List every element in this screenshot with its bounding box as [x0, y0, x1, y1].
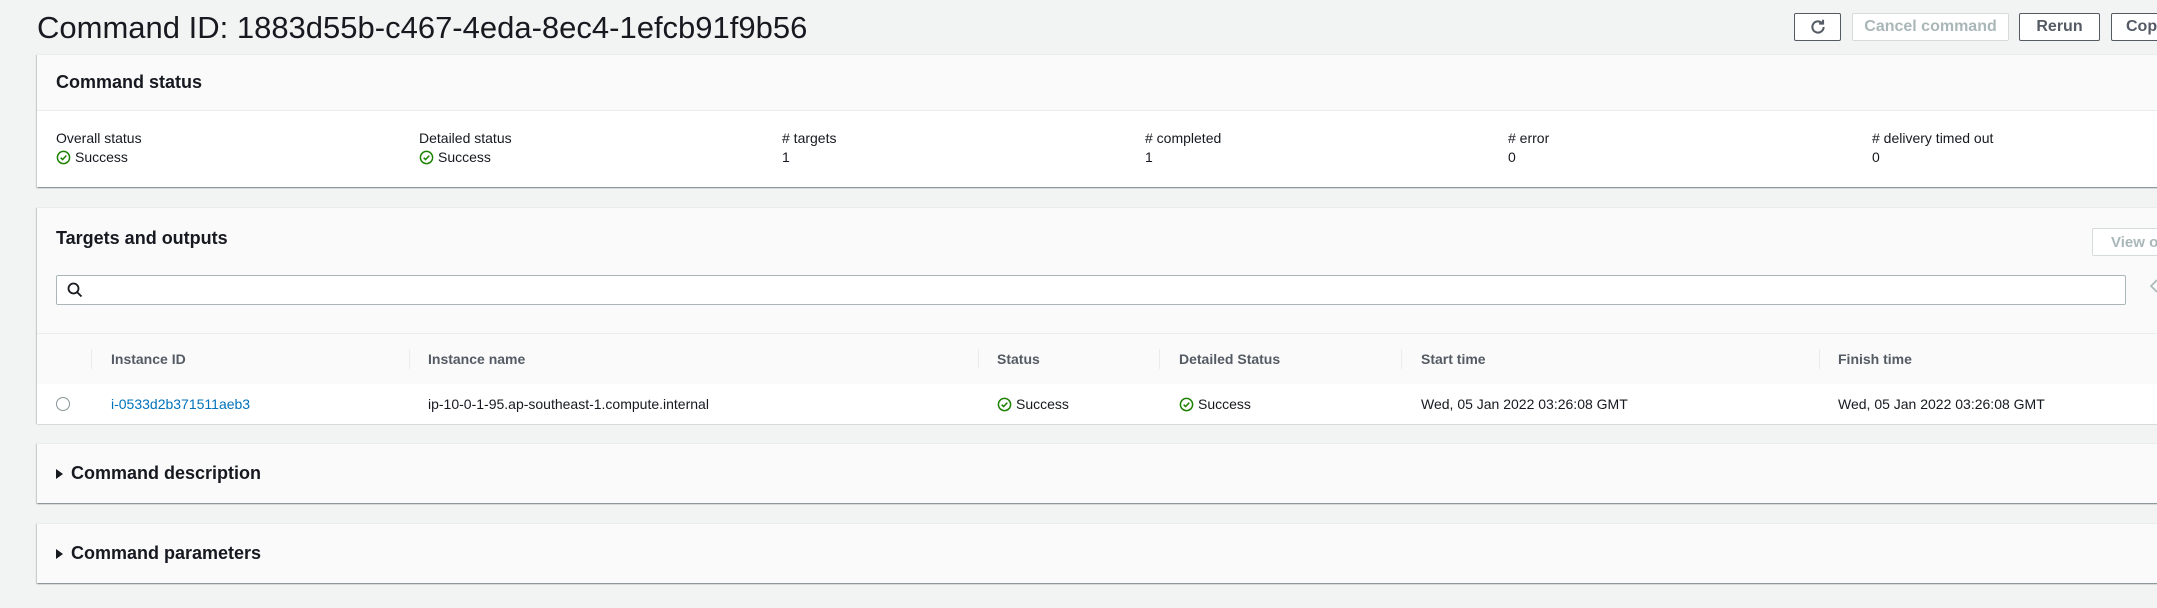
- detailed-status: Detailed status Success: [419, 130, 512, 167]
- targets-outputs-title: Targets and outputs: [56, 228, 228, 248]
- delivery-timed-out-count: # delivery timed out 0: [1872, 130, 1994, 165]
- row-finish-time: Wed, 05 Jan 2022 03:26:08 GMT: [1838, 396, 2045, 412]
- row-start-time: Wed, 05 Jan 2022 03:26:08 GMT: [1421, 396, 1628, 412]
- column-header-start-time[interactable]: Start time: [1421, 334, 1486, 384]
- row-status: Success: [997, 384, 1069, 424]
- check-circle-icon: [997, 397, 1012, 411]
- column-header-status[interactable]: Status: [997, 334, 1040, 384]
- pagination-prev-icon[interactable]: [2147, 278, 2157, 298]
- error-count: # error 0: [1508, 130, 1550, 165]
- view-output-button[interactable]: View o: [2092, 228, 2157, 256]
- check-circle-icon: [1179, 397, 1194, 411]
- command-status-header: Command status: [37, 55, 2157, 111]
- check-circle-icon: [419, 150, 434, 164]
- command-parameters-panel[interactable]: Command parameters: [37, 523, 2157, 583]
- column-header-detailed-status[interactable]: Detailed Status: [1179, 334, 1280, 384]
- command-status-panel: Command status Overall status Success De…: [37, 54, 2157, 187]
- instance-id-link[interactable]: i-0533d2b371511aeb3: [111, 384, 250, 424]
- search-field[interactable]: [56, 275, 2126, 305]
- copy-button[interactable]: Cop: [2111, 13, 2157, 41]
- overall-status: Overall status Success: [56, 130, 142, 167]
- command-status-title: Command status: [56, 72, 203, 92]
- column-header-instance-id[interactable]: Instance ID: [111, 334, 186, 384]
- column-header-instance-name[interactable]: Instance name: [428, 334, 525, 384]
- targets-outputs-panel: Targets and outputs View o Instance ID I…: [37, 207, 2157, 424]
- status-summary: Overall status Success Detailed status S…: [37, 129, 2157, 169]
- command-parameters-toggle[interactable]: Command parameters: [56, 543, 261, 564]
- caret-right-icon: [56, 468, 63, 479]
- cancel-command-button[interactable]: Cancel command: [1852, 13, 2009, 41]
- row-select-radio[interactable]: [56, 397, 70, 411]
- table-row[interactable]: i-0533d2b371511aeb3 ip-10-0-1-95.ap-sout…: [37, 384, 2157, 424]
- instance-name: ip-10-0-1-95.ap-southeast-1.compute.inte…: [428, 396, 709, 412]
- status-badge: Success: [419, 147, 491, 167]
- column-header-finish-time[interactable]: Finish time: [1838, 334, 1912, 384]
- page-title: Command ID: 1883d55b-c467-4eda-8ec4-1efc…: [37, 10, 808, 45]
- command-description-toggle[interactable]: Command description: [56, 463, 261, 484]
- search-icon: [67, 282, 83, 298]
- check-circle-icon: [56, 150, 71, 164]
- rerun-button[interactable]: Rerun: [2019, 13, 2100, 41]
- caret-right-icon: [56, 548, 63, 559]
- table-header: Instance ID Instance name Status Detaile…: [37, 333, 2157, 385]
- row-detailed-status: Success: [1179, 384, 1251, 424]
- refresh-icon: [1810, 19, 1825, 34]
- status-badge: Success: [56, 147, 128, 167]
- command-description-panel[interactable]: Command description: [37, 443, 2157, 503]
- completed-count: # completed 1: [1145, 130, 1222, 165]
- targets-count: # targets 1: [782, 130, 837, 165]
- refresh-button[interactable]: [1794, 13, 1841, 41]
- search-input[interactable]: [91, 279, 2115, 303]
